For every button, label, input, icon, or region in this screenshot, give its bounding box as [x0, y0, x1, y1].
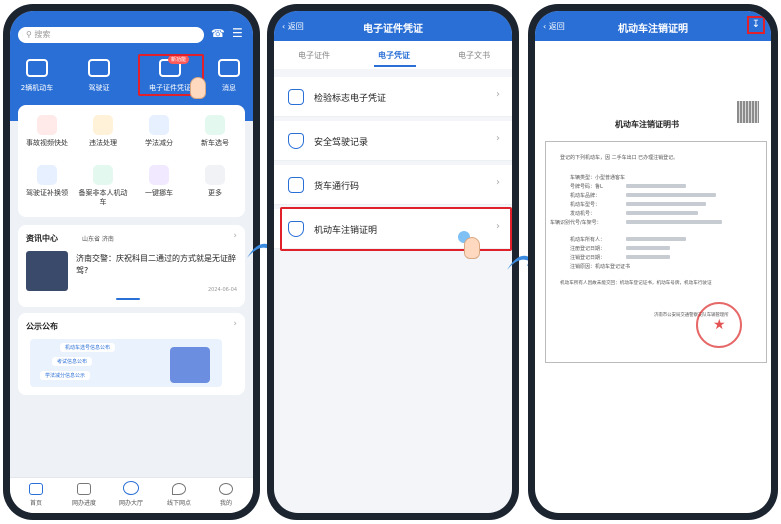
license-icon — [88, 59, 110, 77]
pointing-hand-icon — [190, 77, 206, 99]
search-icon: ⚲ — [26, 30, 32, 39]
page-title: 机动车注销证明 — [618, 24, 688, 35]
tab-hall[interactable]: 网办大厅 — [109, 481, 153, 507]
plate-icon — [205, 115, 225, 135]
headset-icon[interactable]: ☎ — [211, 27, 225, 40]
e-cert-screen: ‹ 返回 电子证件凭证 电子证件 电子凭证 电子文书 检验标志电子凭证 › 安全… — [274, 11, 512, 513]
document-title: 机动车注销证明书 — [615, 120, 679, 129]
vehicles-button[interactable]: 2辆机动车 — [14, 59, 60, 93]
nav-bar: ‹ 返回 电子证件凭证 — [274, 11, 512, 41]
news-headline: 济南交警：庆祝科目二通过的方式就是无证醉驾? — [76, 254, 236, 275]
nav-bar: ‹ 返回 机动车注销证明 ↧ — [535, 11, 771, 41]
notice-card[interactable]: 公示公布 › 机动车选号信息公布 考试信息公布 学法减分信息公示 — [18, 313, 245, 395]
search-input[interactable]: ⚲ 搜索 — [18, 27, 204, 43]
chevron-right-icon: › — [496, 89, 500, 100]
redacted-field — [626, 211, 698, 215]
carousel-indicator — [116, 298, 140, 300]
chevron-right-icon: › — [233, 231, 237, 241]
redacted-field — [626, 202, 706, 206]
move-car-icon — [149, 165, 169, 185]
notice-section-title: 公示公布 — [26, 322, 58, 331]
tab-offline[interactable]: 线下网点 — [157, 483, 201, 507]
chevron-right-icon: › — [496, 133, 500, 144]
violation-icon — [93, 115, 113, 135]
pointing-hand-icon — [464, 237, 480, 259]
redacted-field — [626, 220, 722, 224]
active-tab-indicator — [374, 65, 416, 67]
license-button[interactable]: 驾驶证 — [76, 59, 122, 93]
home-icon — [29, 483, 43, 495]
grid-item-more[interactable]: 更多 — [190, 165, 240, 198]
redacted-field — [626, 184, 686, 188]
register-icon — [93, 165, 113, 185]
search-placeholder: 搜索 — [34, 30, 51, 39]
home-screen: ⚲ 搜索 ☎ ☰ 2辆机动车 驾驶证 电子证件凭证 新功能 消息 事故视频快处 … — [10, 11, 253, 513]
tab-strip: 电子证件 电子凭证 电子文书 — [274, 41, 512, 69]
grid-item-study[interactable]: 学法减分 — [134, 115, 184, 148]
seal-star-icon: ★ — [713, 317, 726, 333]
bottom-tab-bar: 首页 网办进度 网办大厅 线下网点 我的 — [10, 477, 253, 513]
services-card: 事故视频快处 违法处理 学法减分 新车选号 驾驶证补换领 备案非本人机动车 一键… — [18, 105, 245, 217]
redacted-field — [626, 246, 670, 250]
notice-item: 学法减分信息公示 — [40, 371, 91, 380]
shield-icon — [288, 133, 304, 149]
phone-home: ⚲ 搜索 ☎ ☰ 2辆机动车 驾驶证 电子证件凭证 新功能 消息 事故视频快处 … — [3, 4, 260, 520]
location-icon — [172, 483, 186, 495]
inspection-icon — [288, 89, 304, 105]
book-icon — [149, 115, 169, 135]
tab-e-voucher[interactable]: 电子凭证 — [378, 50, 410, 61]
accident-icon — [37, 115, 57, 135]
grid-item-violation[interactable]: 违法处理 — [78, 115, 128, 148]
grid-item-move-car[interactable]: 一键挪车 — [134, 165, 184, 198]
tab-progress[interactable]: 网办进度 — [62, 483, 106, 507]
renew-icon — [37, 165, 57, 185]
hall-icon — [123, 481, 139, 495]
barcode-icon — [737, 101, 759, 123]
official-seal-icon: ★ — [696, 302, 742, 348]
redacted-field — [626, 237, 686, 241]
chevron-right-icon: › — [233, 319, 237, 329]
tab-e-doc[interactable]: 电子证件 — [298, 50, 330, 61]
message-button[interactable]: 消息 — [206, 59, 252, 93]
certificate-document: 登记的下列机动车，因 二手车出口 已办理注销登记。 车辆类型：小型普通客车 号牌… — [545, 141, 767, 363]
grid-item-plate[interactable]: 新车选号 — [190, 115, 240, 148]
truck-code-icon — [288, 177, 304, 193]
news-date: 2024-06-04 — [207, 287, 237, 293]
notice-banner: 机动车选号信息公布 考试信息公布 学法减分信息公示 — [30, 339, 222, 387]
monitor-icon — [77, 483, 91, 495]
tab-me[interactable]: 我的 — [204, 483, 248, 507]
list-item-safe-driving[interactable]: 安全驾驶记录 › — [274, 121, 512, 161]
illustration-figure — [170, 347, 210, 383]
page-title: 电子证件凭证 — [363, 24, 423, 35]
grid-item-accident[interactable]: 事故视频快处 — [22, 115, 72, 148]
more-icon — [205, 165, 225, 185]
grid-item-license-renew[interactable]: 驾驶证补换领 — [22, 165, 72, 198]
user-icon — [219, 483, 233, 495]
news-section-title: 资讯中心 — [26, 234, 58, 243]
tab-home[interactable]: 首页 — [14, 483, 58, 507]
grid-item-register[interactable]: 备案非本人机动车 — [78, 165, 128, 207]
news-thumbnail — [26, 251, 68, 291]
menu-icon[interactable]: ☰ — [232, 26, 243, 40]
car-icon — [26, 59, 48, 77]
notice-item: 考试信息公布 — [52, 357, 93, 366]
chevron-right-icon: › — [496, 177, 500, 188]
redacted-field — [626, 255, 670, 259]
news-region: 山东省 济南 — [82, 236, 114, 243]
download-icon[interactable]: ↧ — [747, 16, 765, 34]
tutorial-composite: ⚲ 搜索 ☎ ☰ 2辆机动车 驾驶证 电子证件凭证 新功能 消息 事故视频快处 … — [0, 0, 781, 524]
message-icon — [218, 59, 240, 77]
tab-e-document[interactable]: 电子文书 — [458, 50, 490, 61]
news-card[interactable]: 资讯中心 山东省 济南 › 济南交警：庆祝科目二通过的方式就是无证醉驾? 202… — [18, 225, 245, 307]
phone-document: ‹ 返回 机动车注销证明 ↧ 机动车注销证明书 登记的下列机动车，因 二手车出口… — [528, 4, 778, 520]
list-item-truck-code[interactable]: 货车通行码 › — [274, 165, 512, 205]
redacted-field — [626, 193, 716, 197]
quick-icons: 2辆机动车 驾驶证 电子证件凭证 新功能 消息 — [10, 55, 253, 109]
notice-item: 机动车选号信息公布 — [60, 343, 116, 352]
list-item-inspection[interactable]: 检验标志电子凭证 › — [274, 77, 512, 117]
phone-e-cert: ‹ 返回 电子证件凭证 电子证件 电子凭证 电子文书 检验标志电子凭证 › 安全… — [267, 4, 519, 520]
document-screen: ‹ 返回 机动车注销证明 ↧ 机动车注销证明书 登记的下列机动车，因 二手车出口… — [535, 11, 771, 513]
